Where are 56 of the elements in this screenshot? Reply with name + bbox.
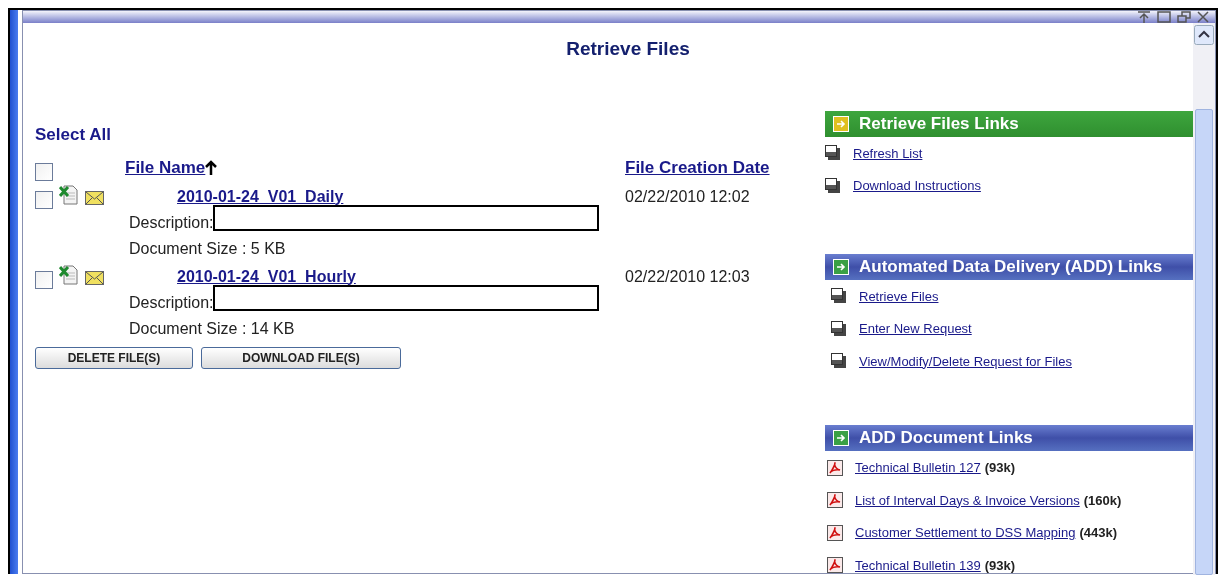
column-header-link[interactable]: File Name (125, 155, 218, 181)
file-size-text: (160k) (1083, 491, 1122, 510)
file-download-link[interactable]: 2010-01-24_V01_Hourly (177, 267, 356, 285)
section-title: ADD Document Links (859, 427, 1033, 450)
checkbox[interactable] (35, 270, 53, 289)
section-title: Retrieve Files Links (859, 112, 1019, 135)
action-button[interactable]: DOWNLOAD FILE(S) (201, 346, 401, 369)
window-icon (831, 288, 847, 305)
document-size-text: Document Size : 14 KB (129, 318, 296, 339)
scrollbar[interactable] (1193, 23, 1215, 575)
column-header-link[interactable]: File Creation Date (625, 155, 770, 181)
creation-date: 02/22/2010 12:03 (625, 266, 750, 287)
link[interactable]: Technical Bulletin 127 (855, 458, 981, 478)
section-title: Automated Data Delivery (ADD) Links (859, 255, 1163, 278)
pdf-icon (827, 492, 843, 509)
link[interactable]: Customer Settlement to DSS Mapping (855, 523, 1076, 543)
file-size-text: (443k) (1079, 524, 1117, 542)
pdf-icon (827, 459, 843, 476)
description-label: Description: (129, 292, 214, 313)
file-size-text: (93k) (984, 459, 1016, 477)
pin-icon[interactable] (1137, 11, 1151, 23)
pdf-icon (827, 524, 843, 541)
link[interactable]: List of Interval Days & Invoice Versions (855, 490, 1080, 510)
restore-icon[interactable] (1177, 11, 1191, 23)
maximize-icon[interactable] (1157, 11, 1171, 23)
arrow-box-icon (833, 258, 849, 275)
action-button[interactable]: DELETE FILE(S) (35, 346, 193, 369)
link[interactable]: Technical Bulletin 139 (855, 555, 981, 575)
link[interactable]: Download Instructions (853, 176, 981, 196)
link[interactable]: Refresh List (853, 143, 923, 163)
spreadsheet-icon (59, 264, 79, 285)
envelope-icon (85, 190, 104, 205)
document-size-text: Document Size : 5 KB (129, 238, 287, 259)
close-icon[interactable] (1197, 11, 1209, 23)
window-icon (825, 145, 841, 162)
select-all-label: Select All (35, 123, 112, 146)
window-icon (831, 353, 847, 370)
link[interactable]: Retrieve Files (859, 286, 939, 306)
window-icon (825, 177, 841, 194)
pdf-icon (827, 557, 843, 574)
spreadsheet-icon (59, 184, 79, 205)
page-title: Retrieve Files (565, 37, 691, 61)
arrow-box-icon (833, 430, 849, 446)
file-download-link[interactable]: 2010-01-24_V01_Daily (177, 187, 344, 205)
envelope-icon (85, 270, 104, 285)
sort-up-arrow-icon (205, 159, 218, 176)
link[interactable]: View/Modify/Delete Request for Files (859, 351, 1072, 371)
checkbox[interactable] (35, 162, 53, 181)
window-icon (831, 320, 847, 337)
link[interactable]: Enter New Request (859, 319, 972, 339)
checkbox[interactable] (35, 190, 53, 209)
creation-date: 02/22/2010 12:02 (625, 186, 750, 207)
description-label: Description: (129, 212, 214, 233)
scroll-thumb[interactable] (1195, 109, 1213, 575)
file-size-text: (93k) (984, 556, 1016, 575)
arrow-box-icon (833, 115, 849, 132)
